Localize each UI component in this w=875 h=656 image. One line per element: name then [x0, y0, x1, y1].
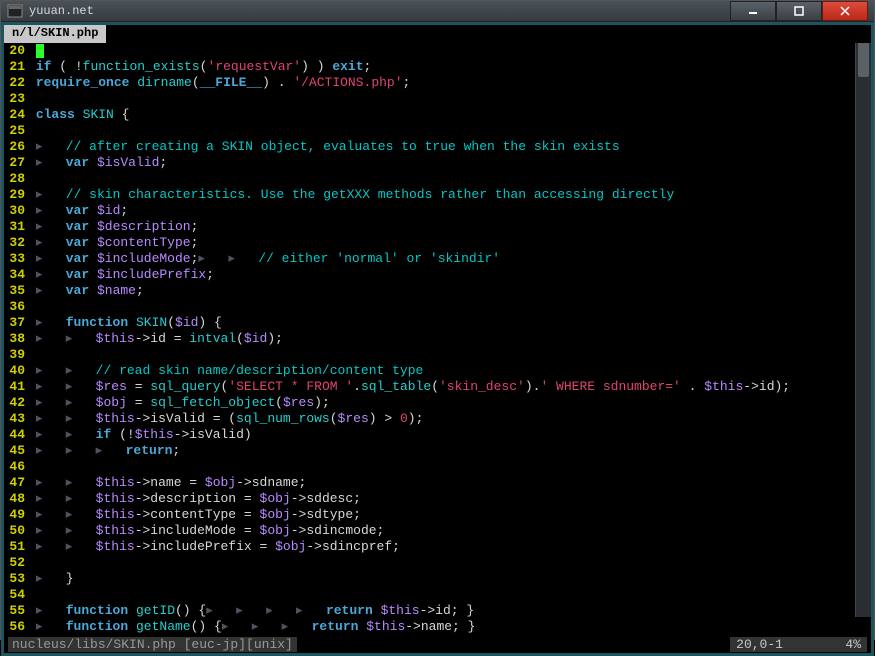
line-number: 34 [4, 267, 25, 283]
line-number: 46 [4, 459, 25, 475]
line-number: 51 [4, 539, 25, 555]
code-line[interactable]: ▸ ▸ // read skin name/description/conten… [28, 363, 871, 379]
code-line[interactable]: ▸ var $id; [28, 203, 871, 219]
line-number: 26 [4, 139, 25, 155]
line-number: 25 [4, 123, 25, 139]
code-line[interactable] [28, 555, 871, 571]
line-number: 41 [4, 379, 25, 395]
code-line[interactable]: ▸ ▸ $obj = sql_fetch_object($res); [28, 395, 871, 411]
titlebar[interactable]: yuuan.net [1, 1, 874, 22]
vertical-scrollbar[interactable]: ▴ [855, 43, 871, 617]
line-number: 27 [4, 155, 25, 171]
line-number: 55 [4, 603, 25, 619]
tabbar: n/l/SKIN.php [4, 25, 871, 43]
code-line[interactable]: ▸ var $contentType; [28, 235, 871, 251]
code-line[interactable]: ▸ ▸ $this->name = $obj->sdname; [28, 475, 871, 491]
line-number: 24 [4, 107, 25, 123]
code-line[interactable]: ▸ function getName() {▸ ▸ ▸ return $this… [28, 619, 871, 635]
line-number: 40 [4, 363, 25, 379]
line-number: 38 [4, 331, 25, 347]
code-line[interactable] [28, 91, 871, 107]
line-number: 21 [4, 59, 25, 75]
line-number: 43 [4, 411, 25, 427]
line-number: 47 [4, 475, 25, 491]
line-number: 36 [4, 299, 25, 315]
line-number: 31 [4, 219, 25, 235]
terminal-window: yuuan.net n/l/SKIN.php 20212223242526272… [0, 0, 875, 640]
line-number: 48 [4, 491, 25, 507]
line-number-gutter: 2021222324252627282930313233343536373839… [4, 43, 28, 635]
code-area[interactable]: 2021222324252627282930313233343536373839… [4, 43, 871, 635]
code-content[interactable]: if ( !function_exists('requestVar') ) ex… [28, 43, 871, 635]
line-number: 29 [4, 187, 25, 203]
code-line[interactable]: require_once dirname(__FILE__) . '/ACTIO… [28, 75, 871, 91]
code-line[interactable]: ▸ function SKIN($id) { [28, 315, 871, 331]
code-line[interactable]: ▸ // after creating a SKIN object, evalu… [28, 139, 871, 155]
code-line[interactable]: ▸ // skin characteristics. Use the getXX… [28, 187, 871, 203]
status-bar: nucleus/libs/SKIN.php [euc-jp][unix] 20,… [4, 635, 871, 653]
line-number: 56 [4, 619, 25, 635]
code-line[interactable]: ▸ } [28, 571, 871, 587]
code-line[interactable]: ▸ var $isValid; [28, 155, 871, 171]
code-line[interactable] [28, 299, 871, 315]
line-number: 45 [4, 443, 25, 459]
code-line[interactable]: ▸ ▸ $this->includeMode = $obj->sdincmode… [28, 523, 871, 539]
window-title: yuuan.net [29, 4, 730, 18]
buffer-tab[interactable]: n/l/SKIN.php [4, 25, 106, 43]
close-button[interactable] [822, 1, 868, 21]
code-line[interactable] [28, 347, 871, 363]
code-line[interactable]: ▸ ▸ $res = sql_query('SELECT * FROM '.sq… [28, 379, 871, 395]
code-line[interactable]: ▸ function getID() {▸ ▸ ▸ ▸ return $this… [28, 603, 871, 619]
status-file-info: nucleus/libs/SKIN.php [euc-jp][unix] [8, 637, 297, 652]
code-line[interactable] [28, 123, 871, 139]
maximize-icon [794, 6, 804, 16]
line-number: 50 [4, 523, 25, 539]
status-position: 20,0-1 4% [730, 637, 867, 652]
code-line[interactable]: ▸ ▸ $this->id = intval($id); [28, 331, 871, 347]
line-number: 20 [4, 43, 25, 59]
line-number: 37 [4, 315, 25, 331]
code-line[interactable] [28, 171, 871, 187]
code-line[interactable]: ▸ ▸ ▸ return; [28, 443, 871, 459]
cursor-position: 20,0-1 [736, 637, 783, 652]
minimize-icon [748, 6, 758, 16]
code-line[interactable]: ▸ ▸ if (!$this->isValid) [28, 427, 871, 443]
line-number: 32 [4, 235, 25, 251]
line-number: 54 [4, 587, 25, 603]
code-line[interactable] [28, 587, 871, 603]
code-line[interactable] [28, 43, 871, 59]
scroll-percent: 4% [845, 637, 861, 652]
code-line[interactable]: class SKIN { [28, 107, 871, 123]
code-line[interactable]: ▸ var $name; [28, 283, 871, 299]
app-icon [7, 3, 23, 19]
line-number: 49 [4, 507, 25, 523]
line-number: 23 [4, 91, 25, 107]
line-number: 28 [4, 171, 25, 187]
code-line[interactable]: ▸ ▸ $this->isValid = (sql_num_rows($res)… [28, 411, 871, 427]
line-number: 53 [4, 571, 25, 587]
code-line[interactable]: ▸ var $includePrefix; [28, 267, 871, 283]
scrollbar-thumb[interactable] [858, 47, 869, 77]
line-number: 22 [4, 75, 25, 91]
line-number: 39 [4, 347, 25, 363]
code-line[interactable]: if ( !function_exists('requestVar') ) ex… [28, 59, 871, 75]
line-number: 52 [4, 555, 25, 571]
code-line[interactable] [28, 459, 871, 475]
code-line[interactable]: ▸ var $description; [28, 219, 871, 235]
close-icon [840, 6, 850, 16]
maximize-button[interactable] [776, 1, 822, 21]
code-line[interactable]: ▸ var $includeMode;▸ ▸ // either 'normal… [28, 251, 871, 267]
code-line[interactable]: ▸ ▸ $this->contentType = $obj->sdtype; [28, 507, 871, 523]
terminal-area: n/l/SKIN.php 202122232425262728293031323… [1, 22, 874, 656]
line-number: 30 [4, 203, 25, 219]
window-controls [730, 1, 868, 21]
line-number: 33 [4, 251, 25, 267]
line-number: 35 [4, 283, 25, 299]
line-number: 42 [4, 395, 25, 411]
code-line[interactable]: ▸ ▸ $this->includePrefix = $obj->sdincpr… [28, 539, 871, 555]
line-number: 44 [4, 427, 25, 443]
minimize-button[interactable] [730, 1, 776, 21]
code-line[interactable]: ▸ ▸ $this->description = $obj->sddesc; [28, 491, 871, 507]
